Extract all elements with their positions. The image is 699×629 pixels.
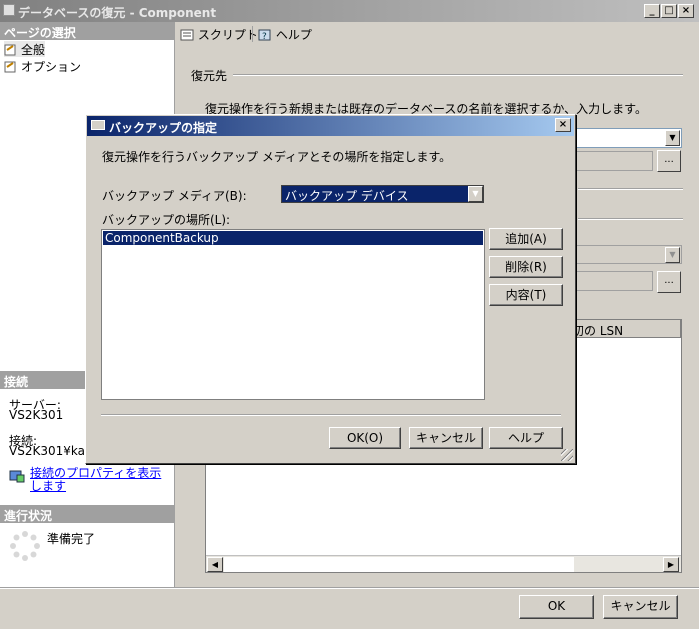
backup-location-list[interactable]: ComponentBackup [101, 229, 485, 400]
chevron-down-icon[interactable]: ▼ [665, 130, 680, 146]
page-select-header: ページの選択 [0, 22, 175, 40]
dialog-title: バックアップの指定 [109, 121, 218, 135]
dialog-help-button[interactable]: ヘルプ [489, 427, 563, 449]
dialog-close-icon[interactable]: × [555, 118, 571, 132]
list-item[interactable]: ComponentBackup [103, 231, 483, 245]
page-icon [4, 44, 18, 56]
maximize-button[interactable]: □ [661, 4, 677, 18]
script-icon [180, 29, 194, 41]
remove-location-button[interactable]: 削除(R) [489, 256, 563, 278]
backup-media-select[interactable]: バックアップ デバイス ▼ [281, 185, 484, 203]
grid-column-header-first-lsn[interactable]: 初の LSN [568, 320, 681, 338]
dialog-titlebar: バックアップの指定 × [87, 116, 574, 136]
scrollbar-thumb[interactable] [224, 557, 574, 572]
dialog-ok-button[interactable]: OK(O) [329, 427, 401, 449]
page-item-options[interactable]: オプション [4, 58, 81, 74]
chevron-down-icon[interactable]: ▼ [468, 186, 483, 202]
dialog-window-icon [91, 120, 105, 130]
window-title: データベースの復元 - Component [18, 6, 217, 20]
dialog-cancel-button[interactable]: キャンセル [409, 427, 483, 449]
dialog-description: 復元操作を行うバックアップ メディアとその場所を指定します。 [102, 150, 452, 164]
help-icon: ? [258, 29, 272, 42]
destination-database-combo[interactable]: ▼ [560, 128, 682, 148]
browse-restore-point-button[interactable]: ... [657, 150, 681, 172]
group-divider [233, 74, 683, 76]
footer-divider [0, 587, 699, 589]
page-item-label: オプション [21, 60, 82, 74]
browse-source-device-button[interactable]: ... [657, 271, 681, 293]
group-divider [578, 218, 683, 220]
connection-value: VS2K301¥katar [9, 444, 85, 458]
add-location-button[interactable]: 追加(A) [489, 228, 563, 250]
main-ok-button[interactable]: OK [519, 595, 594, 619]
progress-status: 準備完了 [47, 532, 96, 546]
toolbar-separator [252, 26, 253, 42]
view-connection-properties-link[interactable]: 接続のプロパティを表示します [30, 467, 170, 493]
scroll-right-icon[interactable]: ▶ [663, 557, 679, 572]
properties-icon [9, 469, 25, 483]
help-label: ヘルプ [275, 28, 312, 42]
svg-text:?: ? [262, 32, 267, 41]
progress-spinner-icon [9, 530, 41, 562]
dialog-divider [101, 414, 561, 416]
specify-backup-dialog: バックアップの指定 × 復元操作を行うバックアップ メディアとその場所を指定しま… [85, 114, 576, 464]
backup-location-label: バックアップの場所(L): [102, 213, 231, 227]
close-button[interactable]: × [678, 4, 694, 18]
horizontal-scrollbar[interactable]: ◀ ▶ [206, 555, 681, 572]
page-icon [4, 61, 18, 73]
restore-destination-group-label: 復元先 [191, 69, 228, 83]
chevron-down-icon: ▼ [665, 247, 680, 263]
backup-media-label: バックアップ メディア(B): [102, 189, 247, 203]
script-button[interactable]: スクリプト ▼ [180, 26, 268, 43]
contents-button[interactable]: 内容(T) [489, 284, 563, 306]
progress-header: 進行状況 [0, 505, 175, 523]
source-database-combo: ▼ [560, 245, 682, 264]
help-button[interactable]: ? ヘルプ [258, 26, 312, 43]
server-value: VS2K301 [9, 408, 64, 422]
resize-grip-icon[interactable] [561, 449, 573, 461]
page-item-general[interactable]: 全般 [4, 41, 46, 57]
backup-media-value: バックアップ デバイス [285, 189, 409, 203]
group-divider [578, 188, 683, 190]
scroll-left-icon[interactable]: ◀ [207, 557, 223, 572]
window-icon [3, 4, 15, 16]
page-item-label: 全般 [21, 43, 46, 57]
toolbar: スクリプト ▼ ? ヘルプ [176, 22, 699, 46]
main-cancel-button[interactable]: キャンセル [603, 595, 678, 619]
minimize-button[interactable]: _ [644, 4, 660, 18]
window-titlebar: データベースの復元 - Component _ □ × [0, 0, 699, 22]
script-label: スクリプト [197, 28, 258, 42]
